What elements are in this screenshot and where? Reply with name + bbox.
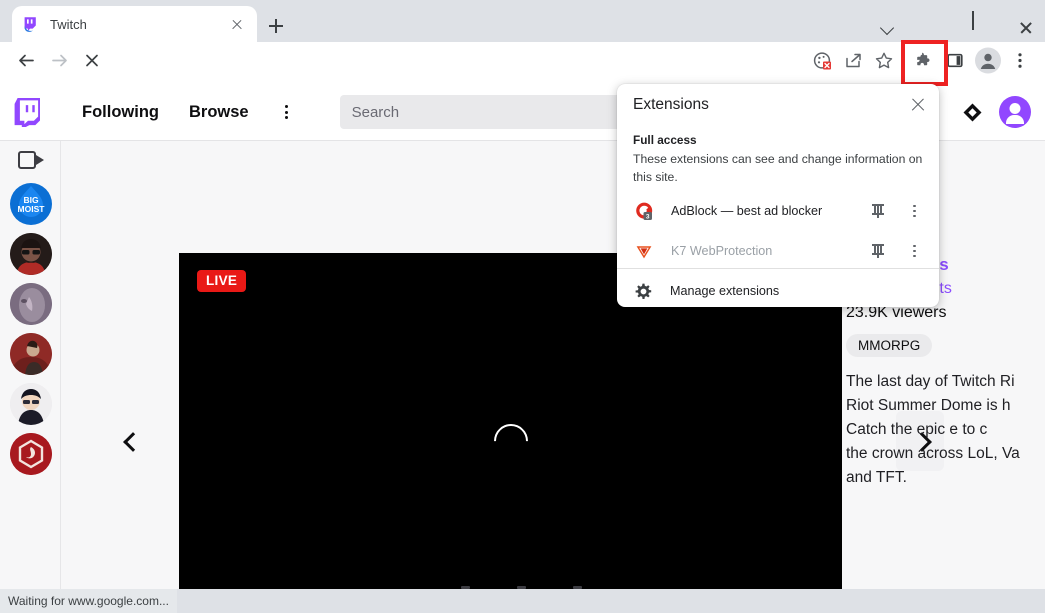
desc-line-4: the crown across LoL, Va <box>846 445 1020 462</box>
extension-name: AdBlock — best ad blocker <box>671 204 823 218</box>
browser-toolbar: twitch.tv <box>0 42 1045 119</box>
share-button[interactable] <box>839 49 867 77</box>
tab-title: Twitch <box>50 16 87 32</box>
extension-name: K7 WebProtection <box>671 244 773 258</box>
carousel-dot[interactable] <box>573 586 582 589</box>
nav-browse[interactable]: Browse <box>189 103 249 122</box>
profile-avatar-icon <box>975 47 1001 79</box>
pin-icon[interactable] <box>870 203 886 219</box>
svg-text:MOIST: MOIST <box>17 204 45 214</box>
stop-loading-button[interactable] <box>78 49 106 77</box>
twitch-favicon <box>22 16 39 33</box>
back-arrow-icon <box>16 51 36 76</box>
cookie-blocked-icon <box>812 51 832 76</box>
extensions-popup: Extensions Full access These extensions … <box>617 84 939 307</box>
desc-line-3: Catch the epic e to c <box>846 421 988 438</box>
nav-following[interactable]: Following <box>82 103 159 122</box>
close-window-button[interactable] <box>996 0 1042 42</box>
twitch-sidebar: BIG MOIST <box>0 141 61 589</box>
browser-tab[interactable]: Twitch <box>12 6 257 42</box>
carousel-dot[interactable] <box>461 586 470 589</box>
tab-search-button[interactable] <box>858 0 904 42</box>
browser-window: Twitch Following Browse Search BIG MOIST… <box>0 0 1045 613</box>
avatar-body <box>1006 115 1024 124</box>
tab-close-icon[interactable] <box>227 14 247 34</box>
vertical-dots-icon[interactable] <box>277 102 297 122</box>
popup-divider <box>617 268 939 269</box>
k7-webprotection-icon <box>634 241 654 261</box>
gear-icon <box>635 283 652 300</box>
channel-avatar-5[interactable] <box>9 383 52 425</box>
bookmark-star-button[interactable] <box>870 49 898 77</box>
manage-extensions-label: Manage extensions <box>670 284 780 298</box>
new-tab-button[interactable] <box>262 12 290 40</box>
channel-avatar-bigmoist[interactable]: BIG MOIST <box>9 183 52 225</box>
svg-text:3: 3 <box>646 214 650 221</box>
forward-button[interactable] <box>46 49 74 77</box>
adblock-icon: 3 <box>634 201 654 221</box>
channel-avatar-2[interactable] <box>9 233 52 275</box>
extensions-button-highlight <box>901 40 948 86</box>
chrome-menu-icon <box>1011 52 1029 75</box>
twitch-logo-icon[interactable] <box>14 97 43 127</box>
back-button[interactable] <box>12 49 40 77</box>
minimize-button[interactable] <box>904 0 950 42</box>
tab-strip: Twitch <box>0 0 1045 42</box>
pin-icon[interactable] <box>870 243 886 259</box>
prime-loot-icon[interactable] <box>962 102 983 123</box>
popup-heading: Extensions <box>633 96 709 113</box>
kebab-menu-icon[interactable] <box>906 203 922 219</box>
kebab-menu-icon[interactable] <box>906 243 922 259</box>
video-camera-icon[interactable] <box>17 151 44 169</box>
desc-line-2: Riot Summer Dome is h <box>846 397 1011 414</box>
chevron-left-icon <box>122 434 136 448</box>
avatar-head <box>1009 102 1021 114</box>
stream-tag[interactable]: MMORPG <box>846 334 933 357</box>
side-panel-icon <box>945 51 965 76</box>
desc-line-5: and TFT. <box>846 469 907 486</box>
carousel-dot[interactable] <box>517 586 526 589</box>
chrome-menu-button[interactable] <box>1006 49 1034 77</box>
manage-extensions-item[interactable]: Manage extensions <box>617 271 939 307</box>
share-icon <box>843 51 863 76</box>
channel-avatar-6[interactable] <box>9 433 52 475</box>
status-bar: Waiting for www.google.com... <box>0 589 177 613</box>
carousel-prev-button[interactable] <box>105 411 153 471</box>
twitch-header-actions <box>962 96 1031 128</box>
extension-item-k7[interactable]: K7 WebProtection <box>617 231 939 271</box>
popup-section-title: Full access <box>633 133 697 147</box>
popup-section-description: These extensions can see and change info… <box>633 152 923 184</box>
maximize-icon <box>972 11 974 30</box>
popup-close-icon[interactable] <box>907 94 929 116</box>
bookmark-star-icon <box>874 51 894 76</box>
channel-avatar-4[interactable] <box>9 333 52 375</box>
maximize-button[interactable] <box>950 0 996 42</box>
user-avatar-icon[interactable] <box>999 96 1031 128</box>
profile-button[interactable] <box>974 47 1002 79</box>
carousel-dots <box>461 586 582 589</box>
extension-item-adblock[interactable]: 3 AdBlock — best ad blocker <box>617 191 939 231</box>
loading-spinner-icon <box>486 416 535 465</box>
forward-arrow-icon <box>50 51 70 76</box>
live-badge: LIVE <box>197 270 247 292</box>
desc-line-1: The last day of Twitch Ri <box>846 373 1015 390</box>
stream-description: The last day of Twitch Ri Riot Summer Do… <box>846 370 1045 490</box>
channel-avatar-3[interactable] <box>9 283 52 325</box>
stop-loading-icon <box>82 51 102 76</box>
cookie-blocked-button[interactable] <box>808 49 836 77</box>
